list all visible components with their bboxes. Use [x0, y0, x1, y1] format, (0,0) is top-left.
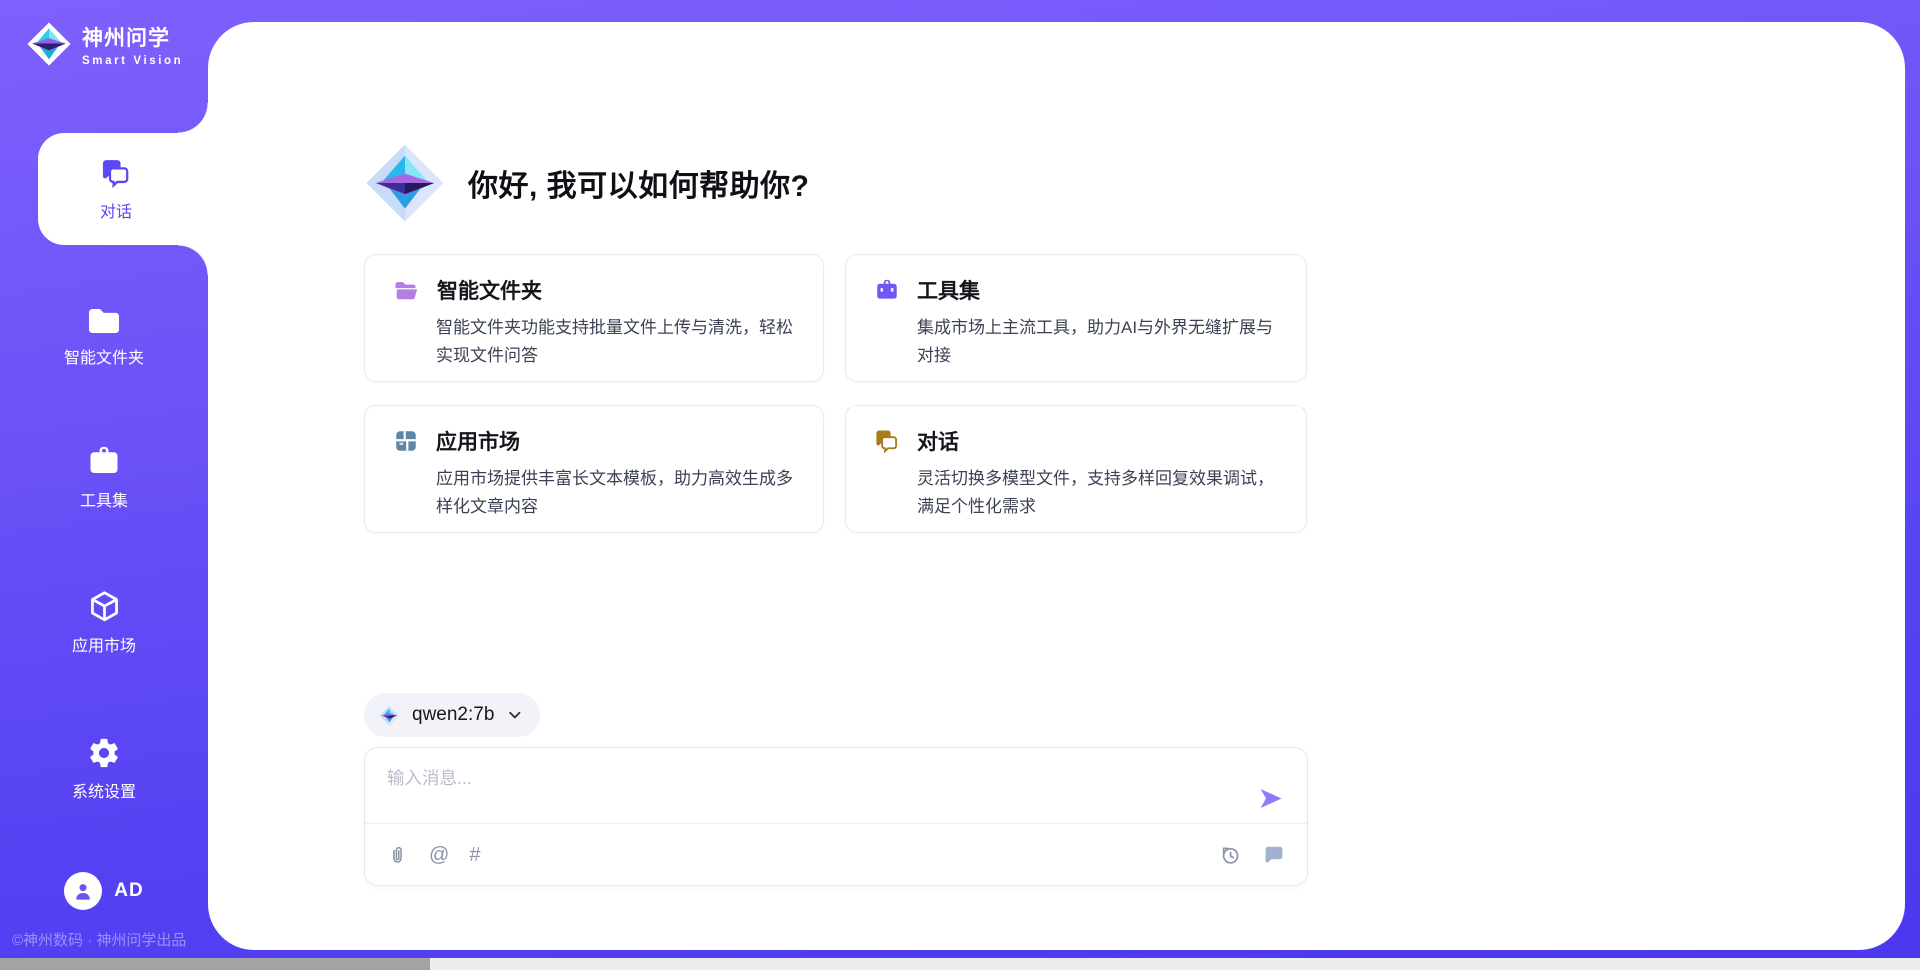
composer-tools-left: @ # [386, 844, 480, 867]
chat-bubbles-icon [100, 157, 132, 189]
sidebar-item-label: 系统设置 [72, 778, 136, 802]
card-description: 灵活切换多模型文件，支持多样回复效果调试，满足个性化需求 [917, 465, 1277, 521]
greeting-diamond-icon [364, 142, 446, 224]
chat-bubble-filled-icon [1262, 843, 1286, 867]
paperclip-icon [386, 844, 409, 867]
brand-diamond-icon [26, 21, 72, 67]
sidebar-item-toolset[interactable]: 工具集 [0, 443, 208, 511]
card-smart-folder[interactable]: 智能文件夹 智能文件夹功能支持批量文件上传与清洗，轻松实现文件问答 [364, 254, 824, 382]
sidebar-item-chat[interactable]: 对话 [38, 133, 208, 245]
user-name: AD [114, 880, 143, 902]
sidebar-item-label: 应用市场 [72, 632, 136, 656]
history-button[interactable] [1218, 843, 1242, 867]
horizontal-scrollbar-thumb[interactable] [0, 958, 430, 970]
model-diamond-icon [379, 705, 400, 726]
brand-name: 神州问学 [82, 22, 183, 52]
composer-tools-right [1218, 843, 1286, 867]
attachment-button[interactable] [386, 844, 409, 867]
sidebar-item-smart-folder[interactable]: 智能文件夹 [0, 306, 208, 368]
message-input[interactable] [387, 765, 1237, 821]
app-screen: 神州问学 Smart Vision 对话 智能文件夹 工具集 应用市场 系统设置… [0, 0, 1920, 970]
history-icon [1218, 843, 1242, 867]
chevron-down-icon [506, 706, 524, 724]
sidebar-item-label: 工具集 [80, 487, 128, 511]
greeting-block: 你好, 我可以如何帮助你? [364, 142, 810, 224]
card-title: 智能文件夹 [437, 275, 542, 305]
gear-icon [87, 736, 121, 770]
sidebar-item-label: 智能文件夹 [64, 344, 144, 368]
chat-bubbles-icon [874, 428, 900, 454]
cube-icon [87, 589, 122, 624]
brand-logo: 神州问学 Smart Vision [26, 21, 183, 67]
sidebar-item-app-market[interactable]: 应用市场 [0, 589, 208, 656]
brand-subtitle: Smart Vision [82, 55, 183, 67]
folder-open-icon [393, 279, 420, 302]
feature-cards: 智能文件夹 智能文件夹功能支持批量文件上传与清洗，轻松实现文件问答 工具集 集成… [364, 254, 1307, 533]
conversations-button[interactable] [1262, 843, 1286, 867]
avatar [64, 872, 102, 910]
card-title: 工具集 [917, 275, 980, 305]
card-chat[interactable]: 对话 灵活切换多模型文件，支持多样回复效果调试，满足个性化需求 [845, 405, 1307, 533]
apps-grid-icon [393, 428, 419, 454]
sidebar-item-label: 对话 [100, 198, 132, 222]
model-selector[interactable]: qwen2:7b [364, 693, 540, 737]
card-title: 对话 [917, 426, 959, 456]
greeting-title: 你好, 我可以如何帮助你? [468, 161, 810, 205]
card-title: 应用市场 [436, 426, 520, 456]
hashtag-button[interactable]: # [469, 845, 480, 865]
message-composer: @ # [364, 747, 1308, 886]
card-description: 集成市场上主流工具，助力AI与外界无缝扩展与对接 [917, 314, 1277, 370]
send-button[interactable] [1257, 785, 1284, 812]
toolbox-icon [874, 277, 900, 303]
person-icon [71, 879, 95, 903]
card-description: 智能文件夹功能支持批量文件上传与清洗，轻松实现文件问答 [436, 314, 796, 370]
horizontal-scrollbar [0, 958, 1920, 970]
sidebar-footer-text: ©神州数码 · 神州问学出品 [12, 929, 186, 950]
sidebar-item-settings[interactable]: 系统设置 [0, 736, 208, 802]
mention-button[interactable]: @ [429, 845, 449, 865]
user-account[interactable]: AD [0, 872, 208, 910]
toolbox-icon [86, 443, 122, 479]
card-toolset[interactable]: 工具集 集成市场上主流工具，助力AI与外界无缝扩展与对接 [845, 254, 1307, 382]
model-name: qwen2:7b [412, 704, 494, 726]
folder-icon [86, 306, 122, 336]
composer-toolbar: @ # [365, 823, 1307, 886]
card-description: 应用市场提供丰富长文本模板，助力高效生成多样化文章内容 [436, 465, 796, 521]
card-app-market[interactable]: 应用市场 应用市场提供丰富长文本模板，助力高效生成多样化文章内容 [364, 405, 824, 533]
